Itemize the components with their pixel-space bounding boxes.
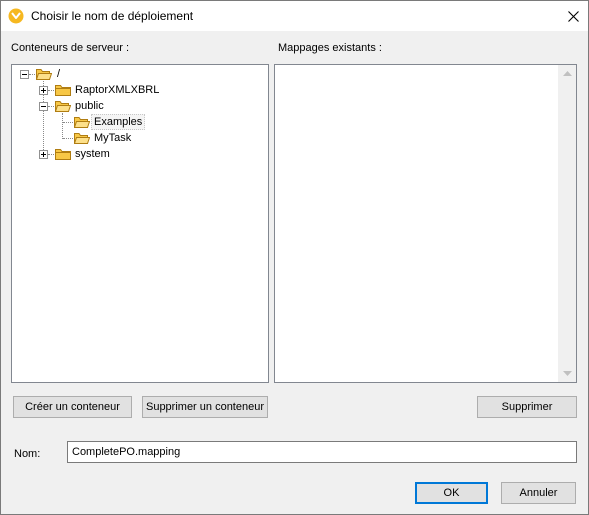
tree-collapse-root[interactable] <box>20 70 29 79</box>
tree-node-raptorxmlxbrl[interactable]: RaptorXMLXBRL <box>73 83 161 97</box>
tree-expand-system[interactable] <box>39 150 48 159</box>
title-bar: Choisir le nom de déploiement <box>1 1 588 31</box>
scroll-down-arrow-icon[interactable] <box>563 371 572 376</box>
tree-node-system[interactable]: system <box>73 147 112 161</box>
delete-container-button[interactable]: Supprimer un conteneur <box>142 396 268 418</box>
deployment-name-dialog: Choisir le nom de déploiement Conteneurs… <box>0 0 589 515</box>
folder-open-icon <box>36 69 52 80</box>
window-title: Choisir le nom de déploiement <box>31 9 194 23</box>
existing-mappings-list[interactable] <box>274 64 577 383</box>
tree-collapse-public[interactable] <box>39 102 48 111</box>
folder-icon <box>55 149 71 160</box>
cancel-button[interactable]: Annuler <box>501 482 576 504</box>
tree-node-public[interactable]: public <box>73 99 106 113</box>
existing-mappings-label: Mappages existants : <box>278 42 382 54</box>
altova-mapforce-icon <box>8 8 24 24</box>
folder-open-icon <box>55 101 71 112</box>
close-icon <box>567 10 579 22</box>
tree-expand-raptorxmlxbrl[interactable] <box>39 86 48 95</box>
server-containers-label: Conteneurs de serveur : <box>11 42 130 54</box>
name-input[interactable] <box>67 441 577 463</box>
server-containers-tree[interactable]: / RaptorXMLXBRL public Examples MyTask s… <box>11 64 269 383</box>
folder-open-icon <box>74 133 90 144</box>
tree-node-root[interactable]: / <box>55 67 62 81</box>
create-container-button[interactable]: Créer un conteneur <box>13 396 132 418</box>
tree-node-mytask[interactable]: MyTask <box>92 131 133 145</box>
ok-button[interactable]: OK <box>415 482 488 504</box>
name-label: Nom: <box>14 448 41 460</box>
vertical-scrollbar[interactable] <box>558 65 576 382</box>
folder-icon <box>55 85 71 96</box>
delete-mapping-button[interactable]: Supprimer <box>477 396 577 418</box>
tree-node-examples[interactable]: Examples <box>91 114 146 130</box>
close-button[interactable] <box>558 2 588 30</box>
folder-open-icon <box>74 117 90 128</box>
scroll-up-arrow-icon[interactable] <box>563 71 572 76</box>
